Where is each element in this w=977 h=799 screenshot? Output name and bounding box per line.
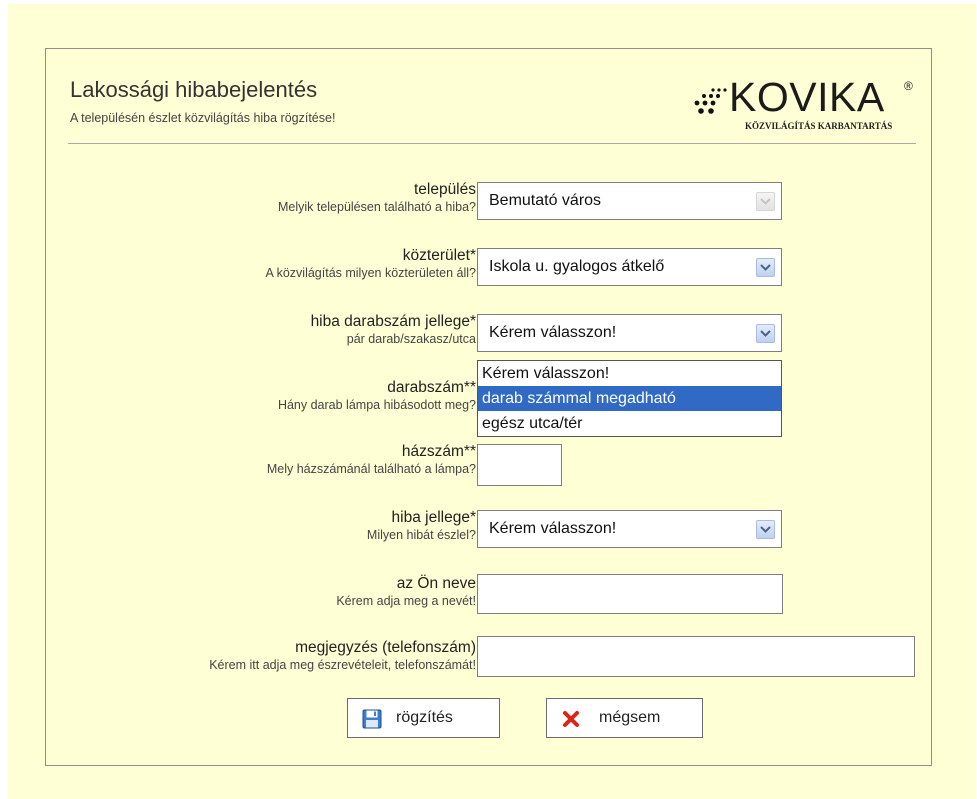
hint-kozterulet: A közvilágítás milyen közterületen áll? [265,266,476,280]
report-form-panel: Lakossági hibabejelentés A településén é… [45,48,932,766]
hint-megjegyzes: Kérem itt adja meg észrevételeit, telefo… [209,658,476,672]
field-label-kozterulet: közterület* A közvilágítás milyen közter… [265,247,476,281]
label-telepules: település [413,181,476,198]
field-label-nev: az Ön neve Kérem adja meg a nevét! [336,575,476,609]
dropdown-option[interactable]: egész utca/tér [478,411,781,436]
chevron-down-icon [756,192,775,211]
logo-wordmark: KOVIKA [729,74,885,120]
chevron-down-icon[interactable] [756,258,775,277]
field-label-telepules: település Melyik településen található a… [278,181,476,215]
hint-hiba-darab: pár darab/szakasz/utca [346,332,476,346]
dropdown-option-selected[interactable]: darab számmal megadható [478,386,781,411]
field-label-megjegyzes: megjegyzés (telefonszám) Kérem itt adja … [209,639,476,673]
label-hazszam: házszám** [401,443,476,460]
header-divider [68,143,916,144]
logo-tagline: KÖZVILÁGÍTÁS KARBANTARTÁS [745,121,893,131]
label-darabszam: darabszám** [387,379,476,396]
nev-input[interactable] [477,574,783,614]
label-hiba-jellege: hiba jellege* [391,509,476,526]
telepules-value: Bemutató város [489,192,602,209]
hint-hiba-jellege: Milyen hibát észlel? [366,528,476,542]
kozterulet-value: Iskola u. gyalogos átkelő [489,258,665,275]
hiba-darab-value: Kérem válasszon! [489,324,617,341]
megjegyzes-input[interactable] [477,636,915,677]
cancel-button-label: mégsem [599,709,661,726]
hiba-jellege-select[interactable]: Kérem válasszon! [477,510,782,548]
logo-dots-icon [694,88,727,114]
hint-telepules: Melyik településen található a hiba? [277,200,476,214]
floppy-disk-icon [362,709,382,729]
hint-darabszam: Hány darab lámpa hibásodott meg? [277,398,476,412]
kovika-logo: KOVIKA ® KÖZVILÁGÍTÁS KARBANTARTÁS [691,73,921,133]
field-label-hiba-jellege: hiba jellege* Milyen hibát észlel? [367,509,476,543]
form-title: Lakossági hibabejelentés [70,77,318,102]
save-button-label: rögzítés [396,709,453,726]
hiba-darab-select[interactable]: Kérem válasszon! [477,314,782,352]
hint-hazszam: Mely házszámánál található a lámpa? [266,462,476,476]
label-nev: az Ön neve [396,575,476,592]
field-label-hiba-darab: hiba darabszám jellege* pár darab/szakas… [311,313,476,347]
field-label-darabszam: darabszám** Hány darab lámpa hibásodott … [278,379,476,413]
chevron-down-icon[interactable] [756,324,775,343]
close-icon [563,711,579,727]
label-kozterulet: közterület* [402,247,476,264]
field-label-hazszam: házszám** Mely házszámánál található a l… [267,443,476,477]
cancel-button[interactable]: mégsem [546,698,703,738]
label-hiba-darab: hiba darabszám jellege* [310,313,476,330]
telepules-select[interactable]: Bemutató város [477,182,782,220]
hint-nev: Kérem adja meg a nevét! [336,594,476,608]
logo-registered-mark: ® [904,79,913,93]
hazszam-input[interactable] [477,444,562,486]
save-button[interactable]: rögzítés [347,698,500,738]
hiba-darab-dropdown-list[interactable]: Kérem válasszon! darab számmal megadható… [477,360,782,437]
label-megjegyzes: megjegyzés (telefonszám) [295,639,476,656]
form-subtitle: A településén észlet közvilágítás hiba r… [70,111,336,125]
chevron-down-icon[interactable] [756,520,775,539]
hiba-jellege-value: Kérem válasszon! [489,520,617,537]
kozterulet-select[interactable]: Iskola u. gyalogos átkelő [477,248,782,286]
dropdown-option[interactable]: Kérem válasszon! [478,361,781,386]
